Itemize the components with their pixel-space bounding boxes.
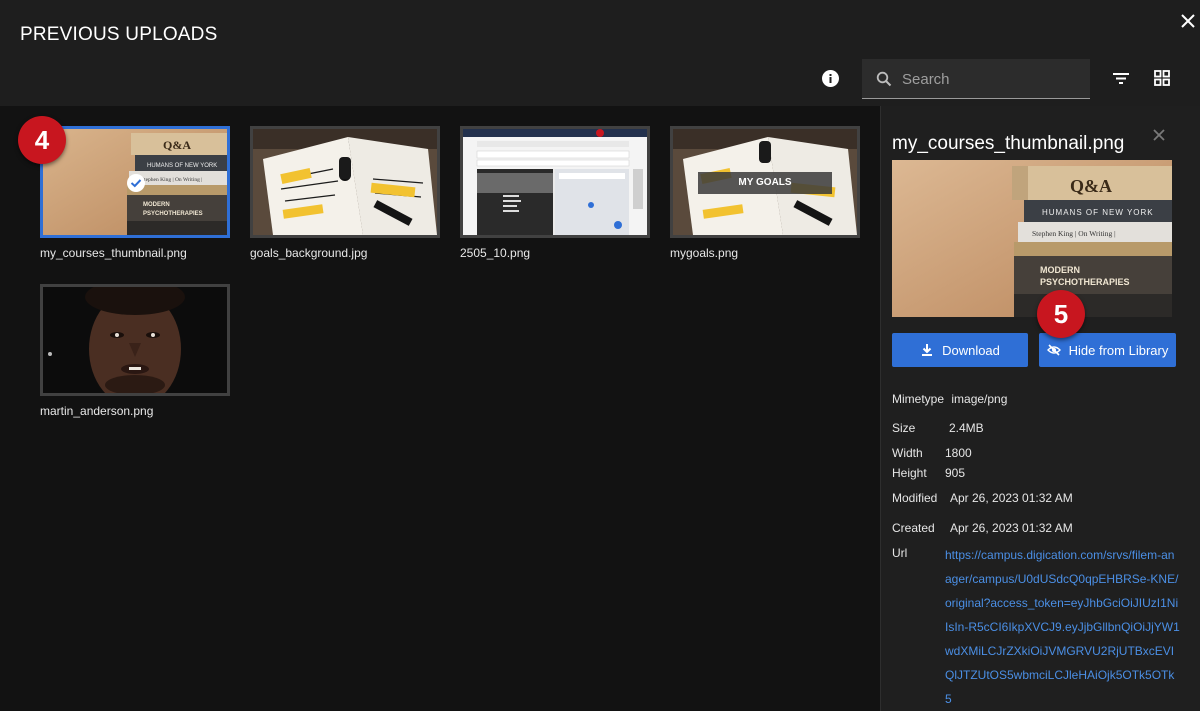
meta-value: 905 [945,466,966,480]
upload-thumbnail: MY GOALS [670,126,860,238]
download-label: Download [942,342,1000,358]
search-input[interactable] [902,65,1082,93]
svg-text:PSYCHOTHERAPIES: PSYCHOTHERAPIES [143,211,203,217]
close-icon[interactable] [1152,128,1166,142]
book-title-modern: MODERN [1040,265,1080,275]
upload-thumbnail [40,284,230,396]
hide-label: Hide from Library [1068,342,1169,358]
search-icon [876,71,892,87]
svg-text:Stephen King | On Writing |: Stephen King | On Writing | [141,177,202,183]
meta-value: image/png [951,392,1008,406]
step-badge-4: 4 [18,116,66,164]
book-title-humans: HUMANS OF NEW YORK [1042,208,1154,217]
meta-label: Height [892,466,927,480]
meta-url-label: Url [892,546,908,560]
book-title-qa: Q&A [1070,176,1112,196]
meta-width: Width 1800 [892,446,972,460]
upload-filename: martin_anderson.png [40,404,154,418]
hide-from-library-button[interactable]: Hide from Library [1039,333,1176,367]
meta-label: Width [892,446,923,460]
upload-filename: 2505_10.png [460,246,531,260]
meta-value: 1800 [945,446,972,460]
upload-filename: goals_background.jpg [250,246,368,260]
meta-value: Apr 26, 2023 01:32 AM [950,491,1073,505]
detail-filename: my_courses_thumbnail.png [892,133,1125,154]
file-detail-panel: my_courses_thumbnail.png Q&A HUMANS OF N… [880,106,1200,711]
check-icon [127,174,145,192]
meta-label: Created [892,521,935,535]
meta-label: Modified [892,491,938,505]
search-box[interactable] [862,59,1090,99]
overlay-title: MY GOALS [738,177,792,188]
uploads-gallery: 4 Q&A HUMANS OF NEW YORK Stephen King | … [0,106,880,711]
file-url-link[interactable]: https://campus.digication.com/srvs/filem… [945,543,1181,711]
close-icon[interactable] [1178,10,1198,32]
svg-text:MODERN: MODERN [143,202,170,208]
download-button[interactable]: Download [892,333,1028,367]
upload-thumbnail [460,126,650,238]
meta-value: 2.4MB [949,421,984,435]
meta-created: Created Apr 26, 2023 01:32 AM [892,521,1073,535]
detail-preview-image: Q&A HUMANS OF NEW YORK Stephen King | On… [892,160,1172,317]
meta-value: Apr 26, 2023 01:32 AM [950,521,1073,535]
svg-text:Q&A: Q&A [163,138,191,152]
upload-tile[interactable]: 2505_10.png [460,126,650,260]
meta-height: Height 905 [892,466,965,480]
upload-filename: my_courses_thumbnail.png [40,246,187,260]
upload-tile[interactable]: goals_background.jpg [250,126,440,260]
filter-icon[interactable] [1112,70,1130,86]
upload-tile[interactable]: MY GOALS mygoals.png [670,126,860,260]
meta-modified: Modified Apr 26, 2023 01:32 AM [892,491,1073,505]
info-icon[interactable] [822,70,839,87]
svg-text:HUMANS OF NEW YORK: HUMANS OF NEW YORK [147,163,217,169]
download-icon [922,344,933,356]
upload-tile[interactable]: martin_anderson.png [40,284,230,418]
book-title-onwriting: Stephen King | On Writing | [1032,229,1116,238]
upload-filename: mygoals.png [670,246,739,260]
upload-thumbnail: Q&A HUMANS OF NEW YORK Stephen King | On… [40,126,230,238]
meta-size: Size 2.4MB [892,421,984,435]
meta-label: Mimetype [892,392,945,406]
upload-thumbnail [250,126,440,238]
dialog-header: PREVIOUS UPLOADS [0,0,1200,106]
dialog-title: PREVIOUS UPLOADS [20,24,218,45]
eye-off-icon [1046,344,1061,356]
upload-tile[interactable]: Q&A HUMANS OF NEW YORK Stephen King | On… [40,126,230,260]
book-title-psychotherapies: PSYCHOTHERAPIES [1040,277,1130,287]
step-badge-5: 5 [1037,290,1085,338]
grid-view-icon[interactable] [1154,70,1170,86]
meta-label: Size [892,421,916,435]
meta-mimetype: Mimetype image/png [892,392,1007,406]
